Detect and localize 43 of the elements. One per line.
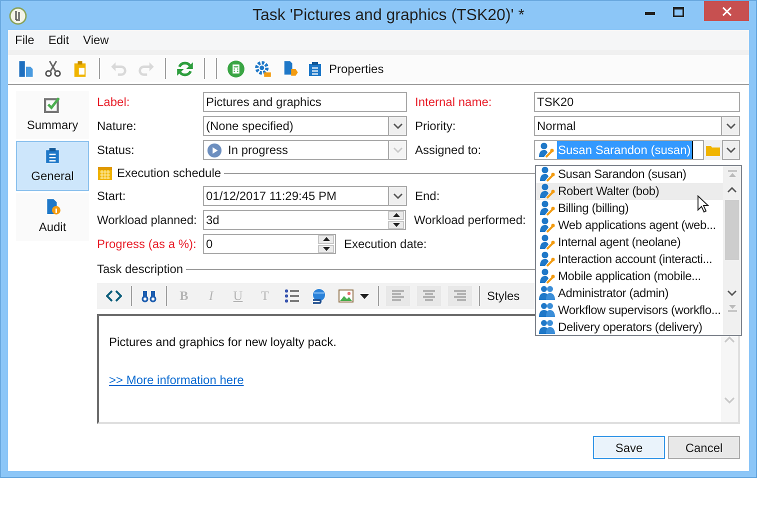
- field-label: Priority:: [415, 118, 457, 135]
- properties-button[interactable]: Properties: [304, 56, 388, 80]
- menu-item[interactable]: Edit: [48, 31, 70, 49]
- field-label: Workload planned:: [97, 212, 198, 229]
- field-label: Start:: [97, 188, 127, 205]
- field-label: Internal name:: [415, 94, 493, 111]
- field-label: Nature:: [97, 118, 138, 135]
- text-field[interactable]: TSK20: [534, 92, 740, 112]
- list-option[interactable]: Administrator (admin): [536, 284, 723, 302]
- more-info-link[interactable]: >> More information here: [109, 371, 244, 389]
- sidebar-tab[interactable]: Summary: [16, 91, 89, 139]
- field-label: End:: [415, 188, 441, 205]
- list-option[interactable]: Billing (billing): [536, 200, 723, 217]
- dropdown-field[interactable]: (None specified): [203, 116, 407, 136]
- menu-item[interactable]: View: [83, 31, 109, 49]
- description-text: Pictures and graphics for new loyalty pack.: [109, 334, 338, 351]
- field-label: Assigned to:: [415, 142, 482, 159]
- list-option[interactable]: Mobile application (mobile...: [536, 267, 723, 284]
- section-title: Execution schedule: [117, 165, 222, 182]
- spin-field[interactable]: 0: [203, 234, 336, 254]
- section-title: Task description: [97, 261, 184, 278]
- list-option[interactable]: Interaction account (interacti...: [536, 250, 723, 268]
- list-option[interactable]: Susan Sarandon (susan): [536, 166, 723, 183]
- sidebar-tab[interactable]: Audit: [16, 193, 89, 241]
- field-label: Workload performed:: [414, 212, 527, 229]
- field-label: Status:: [97, 142, 136, 159]
- text-field[interactable]: Pictures and graphics: [203, 92, 407, 112]
- field-label: Label:: [97, 94, 131, 111]
- date-field[interactable]: 01/12/2017 11:29:45 PM: [203, 186, 407, 206]
- menu-item[interactable]: File: [15, 31, 34, 49]
- window-title: Task 'Pictures and graphics (TSK20)' *: [252, 6, 526, 26]
- dialog-button[interactable]: Cancel: [668, 436, 740, 459]
- field-label: Execution date:: [344, 236, 428, 253]
- list-option[interactable]: Delivery operators (delivery): [536, 318, 723, 336]
- dropdown-field[interactable]: Normal: [534, 116, 740, 136]
- field-label: Progress (as a %):: [97, 236, 198, 253]
- list-option[interactable]: Workflow supervisors (workflo...: [536, 301, 723, 318]
- list-option[interactable]: Web applications agent (web...: [536, 216, 723, 234]
- list-option[interactable]: Internal agent (neolane): [536, 234, 723, 251]
- sidebar-tab[interactable]: General: [16, 141, 89, 191]
- list-option[interactable]: Robert Walter (bob): [536, 182, 723, 200]
- dialog-button[interactable]: Save: [593, 436, 665, 459]
- spin-field[interactable]: 3d: [203, 210, 406, 230]
